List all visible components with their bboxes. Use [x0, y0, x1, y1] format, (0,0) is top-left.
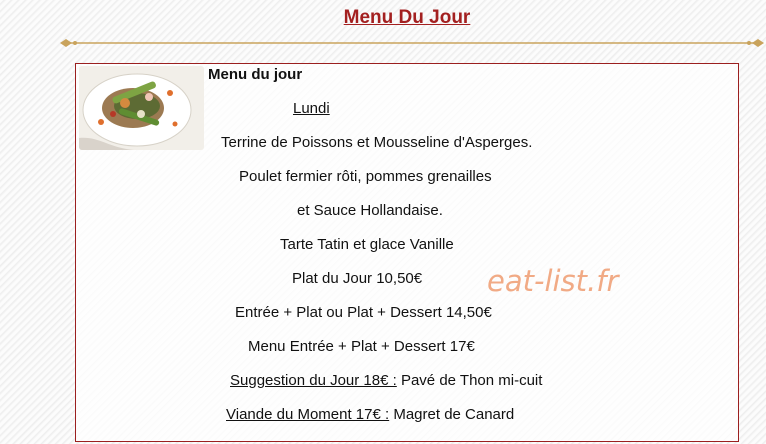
menu-line-entree: Terrine de Poissons et Mousseline d'Aspe…	[221, 134, 533, 151]
menu-line-formule: Entrée + Plat ou Plat + Dessert 14,50€	[235, 304, 492, 321]
menu-line-plat-du-jour: Plat du Jour 10,50€	[292, 270, 423, 287]
menu-line-menu-complet: Menu Entrée + Plat + Dessert 17€	[248, 338, 475, 355]
viande-value: Magret de Canard	[389, 406, 515, 423]
dish-photo	[79, 66, 204, 150]
menu-line-dessert: Tarte Tatin et glace Vanille	[280, 236, 454, 253]
watermark: eat-list.fr	[487, 264, 619, 298]
menu-line-suggestion: Suggestion du Jour 18€ : Pavé de Thon mi…	[230, 372, 542, 390]
menu-line-viande: Viande du Moment 17€ : Magret de Canard	[226, 406, 514, 424]
suggestion-label: Suggestion du Jour 18€ :	[230, 372, 397, 389]
menu-line-main: Poulet fermier rôti, pommes grenailles	[239, 168, 492, 185]
menu-heading: Menu du jour	[208, 66, 303, 83]
menu-line-sauce: et Sauce Hollandaise.	[297, 202, 443, 219]
suggestion-value: Pavé de Thon mi-cuit	[396, 372, 543, 389]
page-title: Menu Du Jour	[343, 7, 471, 28]
viande-label: Viande du Moment 17€ :	[226, 406, 390, 423]
ornamental-divider	[60, 39, 764, 47]
menu-day: Lundi	[293, 100, 330, 117]
